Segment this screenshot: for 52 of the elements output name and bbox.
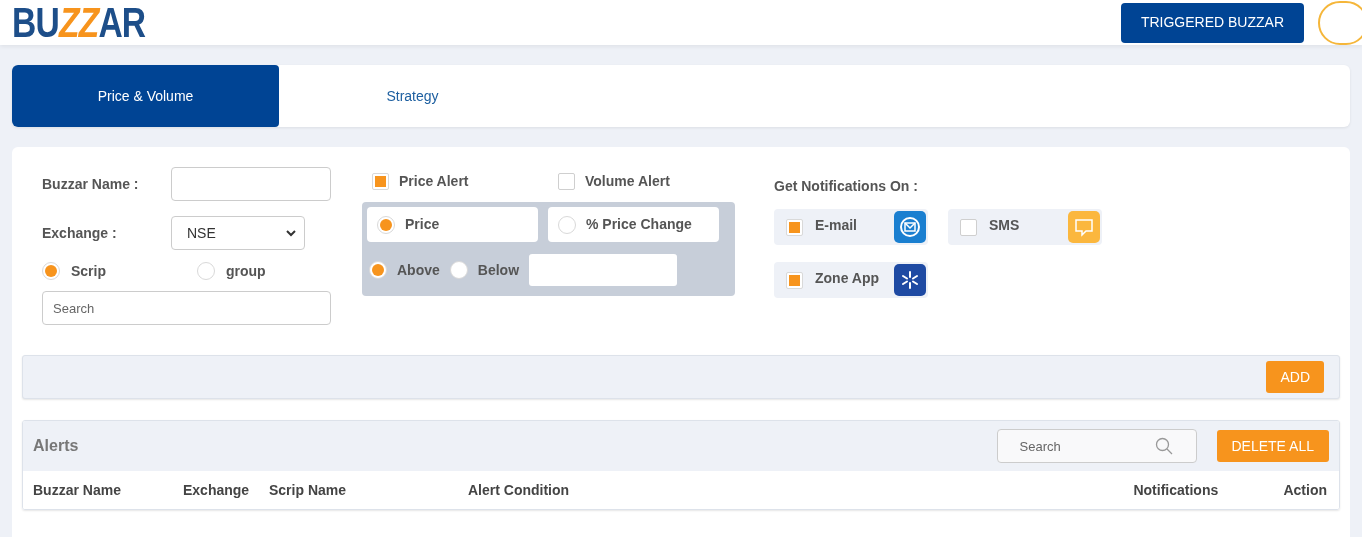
envelope-icon xyxy=(894,211,926,243)
option-label: % Price Change xyxy=(586,215,692,234)
option-card[interactable]: % Price Change xyxy=(548,207,719,242)
value-input[interactable] xyxy=(529,254,678,286)
column-header: Exchange xyxy=(183,480,251,500)
checkbox[interactable] xyxy=(960,218,977,236)
option-label: Zone App xyxy=(815,268,881,288)
checkbox-label: Volume Alert xyxy=(585,171,670,191)
tab[interactable]: Price & Volume xyxy=(12,65,279,127)
column-header: Alert Condition xyxy=(468,480,571,500)
radio-label: Above xyxy=(397,260,440,280)
notification-option[interactable]: Zone App xyxy=(774,262,928,298)
search-field[interactable]: Search xyxy=(996,429,1197,463)
checkbox[interactable] xyxy=(786,218,803,236)
tab[interactable]: Strategy xyxy=(279,65,546,127)
checkbox[interactable] xyxy=(372,172,389,190)
name-input[interactable] xyxy=(171,167,331,201)
checkbox[interactable] xyxy=(786,271,803,289)
radio-button[interactable] xyxy=(558,215,576,234)
option-label: Price xyxy=(405,215,440,234)
chevron-down-icon xyxy=(286,229,296,237)
search-input[interactable]: Search xyxy=(42,291,331,325)
column-header: Scrip Name xyxy=(269,480,348,500)
option-label: E-mail xyxy=(815,215,858,235)
field-label: Buzzar Name : xyxy=(42,174,140,194)
checkbox-label: Price Alert xyxy=(399,171,469,191)
radio-button[interactable] xyxy=(42,262,60,280)
triggered-button[interactable]: TRIGGERED BUZZAR xyxy=(1120,2,1304,43)
logo: BUZZAR xyxy=(12,1,146,44)
radio-label: group xyxy=(226,261,266,281)
chat-bubble-icon xyxy=(1068,211,1100,243)
avatar[interactable] xyxy=(1318,1,1362,45)
section-title: Get Notifications On : xyxy=(774,177,919,196)
column-header: Notifications xyxy=(1133,480,1220,500)
notification-option[interactable]: SMS xyxy=(948,209,1102,245)
exchange-select[interactable]: NSE xyxy=(171,216,305,250)
table-title: Alerts xyxy=(33,436,80,456)
option-label: SMS xyxy=(989,215,1021,235)
radio-button[interactable] xyxy=(377,215,395,234)
radio-label: Scrip xyxy=(71,261,106,281)
column-header: Action xyxy=(1283,480,1327,500)
radio-button[interactable] xyxy=(369,261,387,279)
asterisk-icon xyxy=(894,264,926,296)
radio-button[interactable] xyxy=(197,262,215,280)
checkbox[interactable] xyxy=(558,172,575,190)
field-label: Exchange : xyxy=(42,223,118,243)
option-card[interactable]: Price xyxy=(367,207,538,242)
search-icon xyxy=(1154,437,1173,455)
radio-label: Below xyxy=(477,260,520,280)
radio-button[interactable] xyxy=(449,261,468,279)
column-header: Buzzar Name xyxy=(33,480,122,500)
notification-option[interactable]: E-mail xyxy=(774,209,928,245)
